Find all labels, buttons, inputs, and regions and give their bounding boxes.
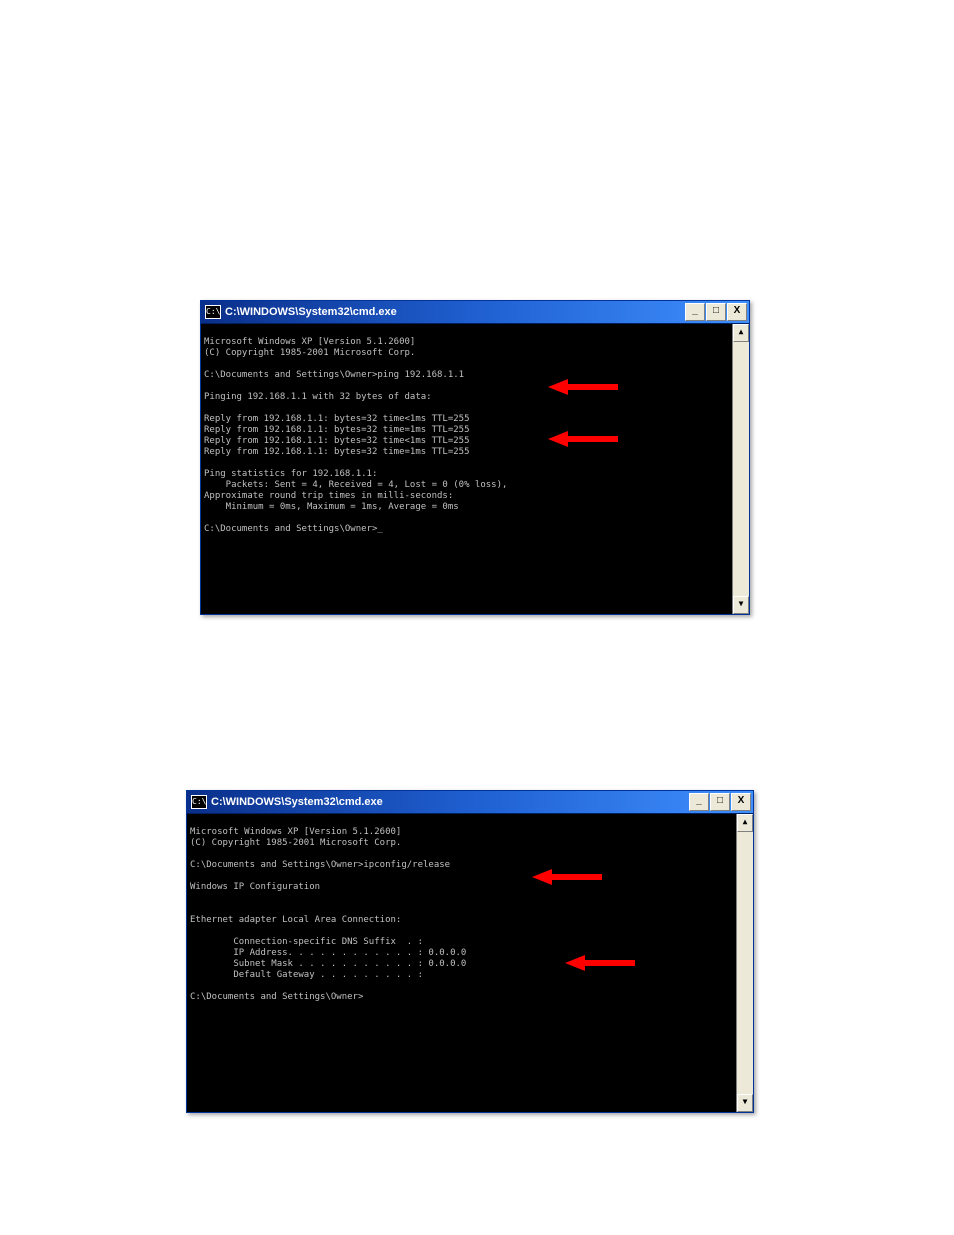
scroll-track[interactable] <box>737 832 753 1094</box>
console-line: Reply from 192.168.1.1: bytes=32 time<1m… <box>204 436 470 446</box>
console-line: Default Gateway . . . . . . . . . : <box>190 970 423 980</box>
console-line: Ping statistics for 192.168.1.1: <box>204 469 377 479</box>
console-line: (C) Copyright 1985-2001 Microsoft Corp. <box>190 838 401 848</box>
close-button[interactable]: X <box>727 303 747 321</box>
console-line: C:\Documents and Settings\Owner>_ <box>204 524 383 534</box>
titlebar[interactable]: C:\ C:\WINDOWS\System32\cmd.exe _ □ X <box>187 791 753 814</box>
console-wrap: Microsoft Windows XP [Version 5.1.2600] … <box>201 324 749 614</box>
annotation-arrow-icon <box>548 409 618 425</box>
console-line: Reply from 192.168.1.1: bytes=32 time=1m… <box>204 447 470 457</box>
console-line: C:\Documents and Settings\Owner>ipconfig… <box>190 860 450 870</box>
close-button[interactable]: X <box>731 793 751 811</box>
console-line: C:\Documents and Settings\Owner>ping 192… <box>204 370 464 380</box>
console-line: C:\Documents and Settings\Owner> <box>190 992 363 1002</box>
console-line: Windows IP Configuration <box>190 882 320 892</box>
console-wrap: Microsoft Windows XP [Version 5.1.2600] … <box>187 814 753 1112</box>
console-line: Packets: Sent = 4, Received = 4, Lost = … <box>204 480 507 490</box>
console-line: Pinging 192.168.1.1 with 32 bytes of dat… <box>204 392 432 402</box>
window-buttons: _ □ X <box>685 303 747 321</box>
console-line: (C) Copyright 1985-2001 Microsoft Corp. <box>204 348 415 358</box>
annotation-arrow-icon <box>565 933 635 949</box>
console-line: Reply from 192.168.1.1: bytes=32 time=1m… <box>204 425 470 435</box>
console-output[interactable]: Microsoft Windows XP [Version 5.1.2600] … <box>187 814 736 1112</box>
console-line: Reply from 192.168.1.1: bytes=32 time<1m… <box>204 414 470 424</box>
scroll-up-button[interactable]: ▲ <box>733 324 749 342</box>
console-line: Ethernet adapter Local Area Connection: <box>190 915 401 925</box>
scroll-down-button[interactable]: ▼ <box>733 596 749 614</box>
console-line: Microsoft Windows XP [Version 5.1.2600] <box>190 827 401 837</box>
scroll-up-button[interactable]: ▲ <box>737 814 753 832</box>
cmd-icon: C:\ <box>205 305 221 319</box>
annotation-arrow-icon <box>548 357 618 373</box>
console-line: Connection-specific DNS Suffix . : <box>190 937 423 947</box>
cmd-icon: C:\ <box>191 795 207 809</box>
console-line: Subnet Mask . . . . . . . . . . . : 0.0.… <box>190 959 466 969</box>
window-title: C:\WINDOWS\System32\cmd.exe <box>225 306 685 318</box>
maximize-button[interactable]: □ <box>706 303 726 321</box>
console-line: Microsoft Windows XP [Version 5.1.2600] <box>204 337 415 347</box>
scrollbar[interactable]: ▲ ▼ <box>736 814 753 1112</box>
console-line: IP Address. . . . . . . . . . . . : 0.0.… <box>190 948 466 958</box>
window-title: C:\WINDOWS\System32\cmd.exe <box>211 796 689 808</box>
cmd-window-ping: C:\ C:\WINDOWS\System32\cmd.exe _ □ X Mi… <box>200 300 750 615</box>
titlebar[interactable]: C:\ C:\WINDOWS\System32\cmd.exe _ □ X <box>201 301 749 324</box>
annotation-arrow-icon <box>532 847 602 863</box>
minimize-button[interactable]: _ <box>685 303 705 321</box>
scroll-down-button[interactable]: ▼ <box>737 1094 753 1112</box>
window-buttons: _ □ X <box>689 793 751 811</box>
console-line: Minimum = 0ms, Maximum = 1ms, Average = … <box>204 502 459 512</box>
maximize-button[interactable]: □ <box>710 793 730 811</box>
page-root: C:\ C:\WINDOWS\System32\cmd.exe _ □ X Mi… <box>0 0 954 1235</box>
minimize-button[interactable]: _ <box>689 793 709 811</box>
console-output[interactable]: Microsoft Windows XP [Version 5.1.2600] … <box>201 324 732 614</box>
scrollbar[interactable]: ▲ ▼ <box>732 324 749 614</box>
scroll-track[interactable] <box>733 342 749 596</box>
console-line: Approximate round trip times in milli-se… <box>204 491 453 501</box>
cmd-window-ipconfig: C:\ C:\WINDOWS\System32\cmd.exe _ □ X Mi… <box>186 790 754 1113</box>
